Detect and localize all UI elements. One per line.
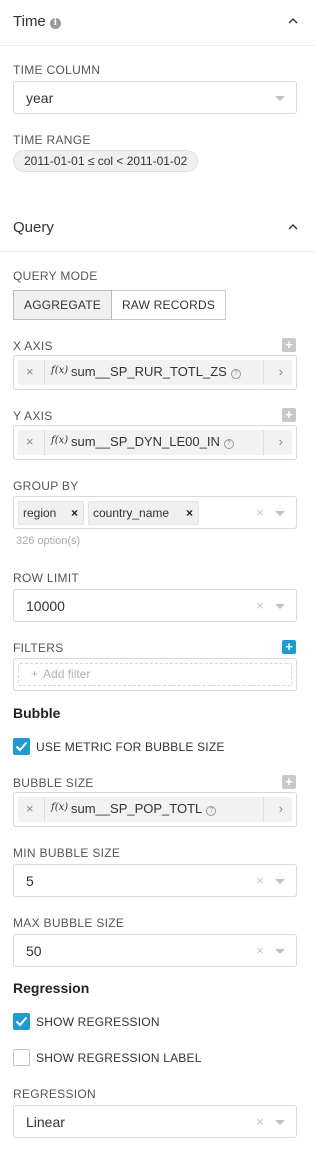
use-metric-bubble-size-label[interactable]: USE METRIC FOR BUBBLE SIZE: [36, 740, 225, 754]
time-range-label: TIME RANGE: [13, 133, 91, 147]
filters-label: FILTERS: [13, 641, 64, 655]
raw-records-mode-button[interactable]: RAW RECORDS: [111, 290, 227, 320]
dropdown-caret-icon[interactable]: [275, 96, 285, 101]
function-icon: f(x): [51, 365, 69, 376]
y-axis-metric-pill[interactable]: × f(x) sum__SP_DYN_LE00_IN? ›: [18, 430, 292, 455]
use-metric-bubble-size-checkbox[interactable]: [13, 738, 30, 755]
dropdown-caret-icon[interactable]: [275, 879, 285, 884]
plus-icon: +: [31, 667, 39, 681]
remove-tag-icon[interactable]: ×: [186, 502, 193, 524]
function-icon: f(x): [51, 802, 69, 813]
time-range-pill[interactable]: 2011-01-01 ≤ col < 2011-01-02: [13, 150, 199, 172]
help-icon[interactable]: ?: [206, 806, 217, 816]
group-by-tag[interactable]: country_name ×: [88, 501, 199, 525]
regression-type-select[interactable]: Linear ×: [13, 1105, 297, 1138]
add-filter-text: + Add filter: [31, 667, 90, 681]
clear-icon[interactable]: ×: [256, 943, 264, 958]
dropdown-caret-icon[interactable]: [275, 949, 285, 954]
collapse-chevron-icon[interactable]: [288, 222, 298, 232]
x-axis-metric-name: sum__SP_RUR_TOTL_ZS?: [71, 364, 241, 379]
y-axis-metric-text: sum__SP_DYN_LE00_IN: [71, 434, 220, 449]
checkmark-icon: [15, 1016, 28, 1027]
min-bubble-size-select[interactable]: 5 ×: [13, 864, 297, 897]
max-bubble-size-select[interactable]: 50 ×: [13, 934, 297, 967]
bubble-size-label: BUBBLE SIZE: [13, 776, 94, 790]
query-mode-toggle: AGGREGATE RAW RECORDS: [13, 290, 227, 320]
row-limit-value: 10000: [26, 598, 65, 614]
add-filter-label: Add filter: [43, 667, 91, 681]
show-regression-label-checkbox[interactable]: [13, 1049, 30, 1066]
group-by-tag-label: region: [23, 506, 57, 520]
add-filter-plus-button[interactable]: +: [282, 640, 296, 654]
dropdown-caret-icon[interactable]: [275, 511, 285, 516]
x-axis-metric-control[interactable]: × f(x) sum__SP_RUR_TOTL_ZS? ›: [13, 355, 297, 390]
remove-metric-icon[interactable]: ×: [26, 801, 34, 816]
x-axis-label: X AXIS: [13, 339, 53, 353]
show-regression-checkbox[interactable]: [13, 1013, 30, 1030]
help-icon[interactable]: ?: [230, 369, 241, 379]
time-column-label: TIME COLUMN: [13, 63, 101, 77]
bubble-size-metric-name: sum__SP_POP_TOTL?: [71, 801, 217, 816]
dropdown-caret-icon[interactable]: [275, 1120, 285, 1125]
min-bubble-size-value: 5: [26, 873, 34, 889]
show-regression-label[interactable]: SHOW REGRESSION: [36, 1015, 160, 1029]
add-x-axis-metric-button[interactable]: +: [282, 338, 296, 352]
show-regression-label-label[interactable]: SHOW REGRESSION LABEL: [36, 1051, 202, 1065]
clear-icon[interactable]: ×: [256, 873, 264, 888]
time-title-text: Time: [13, 13, 46, 30]
group-by-select[interactable]: region × country_name × ×: [13, 496, 297, 529]
clear-icon[interactable]: ×: [256, 1114, 264, 1129]
time-section-header[interactable]: Time i: [0, 0, 314, 46]
function-icon: f(x): [51, 435, 69, 446]
chevron-right-icon[interactable]: ›: [279, 434, 283, 449]
clear-icon[interactable]: ×: [256, 505, 264, 520]
query-mode-label: QUERY MODE: [13, 269, 98, 283]
chevron-right-icon[interactable]: ›: [279, 801, 283, 816]
query-section-title: Query: [13, 219, 54, 236]
add-y-axis-metric-button[interactable]: +: [282, 408, 296, 422]
clear-icon[interactable]: ×: [256, 598, 264, 613]
max-bubble-size-value: 50: [26, 943, 42, 959]
bubble-size-metric-control[interactable]: × f(x) sum__SP_POP_TOTL? ›: [13, 792, 297, 827]
help-icon[interactable]: ?: [223, 439, 234, 449]
bubble-section-title: Bubble: [13, 705, 61, 721]
time-column-select[interactable]: year: [13, 81, 297, 114]
remove-metric-icon[interactable]: ×: [26, 434, 34, 449]
add-filter-button[interactable]: + Add filter: [18, 663, 292, 686]
x-axis-metric-text: sum__SP_RUR_TOTL_ZS: [71, 364, 227, 379]
chevron-right-icon[interactable]: ›: [279, 364, 283, 379]
min-bubble-size-label: MIN BUBBLE SIZE: [13, 846, 121, 860]
y-axis-label: Y AXIS: [13, 409, 53, 423]
time-column-value: year: [26, 90, 54, 106]
add-bubble-size-metric-button[interactable]: +: [282, 775, 296, 789]
row-limit-label: ROW LIMIT: [13, 571, 80, 585]
regression-type-value: Linear: [26, 1114, 65, 1130]
group-by-tag-label: country_name: [93, 506, 170, 520]
row-limit-select[interactable]: 10000 ×: [13, 589, 297, 622]
filters-control: + Add filter: [13, 658, 297, 691]
info-icon[interactable]: i: [49, 18, 61, 29]
query-section-header[interactable]: Query: [0, 206, 314, 252]
group-by-label: GROUP BY: [13, 479, 79, 493]
checkmark-icon: [15, 741, 28, 752]
collapse-chevron-icon[interactable]: [288, 16, 298, 26]
max-bubble-size-label: MAX BUBBLE SIZE: [13, 916, 125, 930]
bubble-size-metric-pill[interactable]: × f(x) sum__SP_POP_TOTL? ›: [18, 797, 292, 822]
time-section-title: Time i: [13, 13, 61, 30]
aggregate-mode-button[interactable]: AGGREGATE: [13, 290, 112, 320]
group-by-options-hint: 326 option(s): [16, 535, 81, 547]
remove-tag-icon[interactable]: ×: [71, 502, 78, 524]
x-axis-metric-pill[interactable]: × f(x) sum__SP_RUR_TOTL_ZS? ›: [18, 360, 292, 385]
remove-metric-icon[interactable]: ×: [26, 364, 34, 379]
y-axis-metric-name: sum__SP_DYN_LE00_IN?: [71, 434, 234, 449]
regression-type-label: REGRESSION: [13, 1087, 97, 1101]
bubble-size-metric-text: sum__SP_POP_TOTL: [71, 801, 203, 816]
dropdown-caret-icon[interactable]: [275, 604, 285, 609]
y-axis-metric-control[interactable]: × f(x) sum__SP_DYN_LE00_IN? ›: [13, 425, 297, 460]
regression-section-title: Regression: [13, 980, 90, 996]
group-by-tag[interactable]: region ×: [18, 501, 84, 525]
